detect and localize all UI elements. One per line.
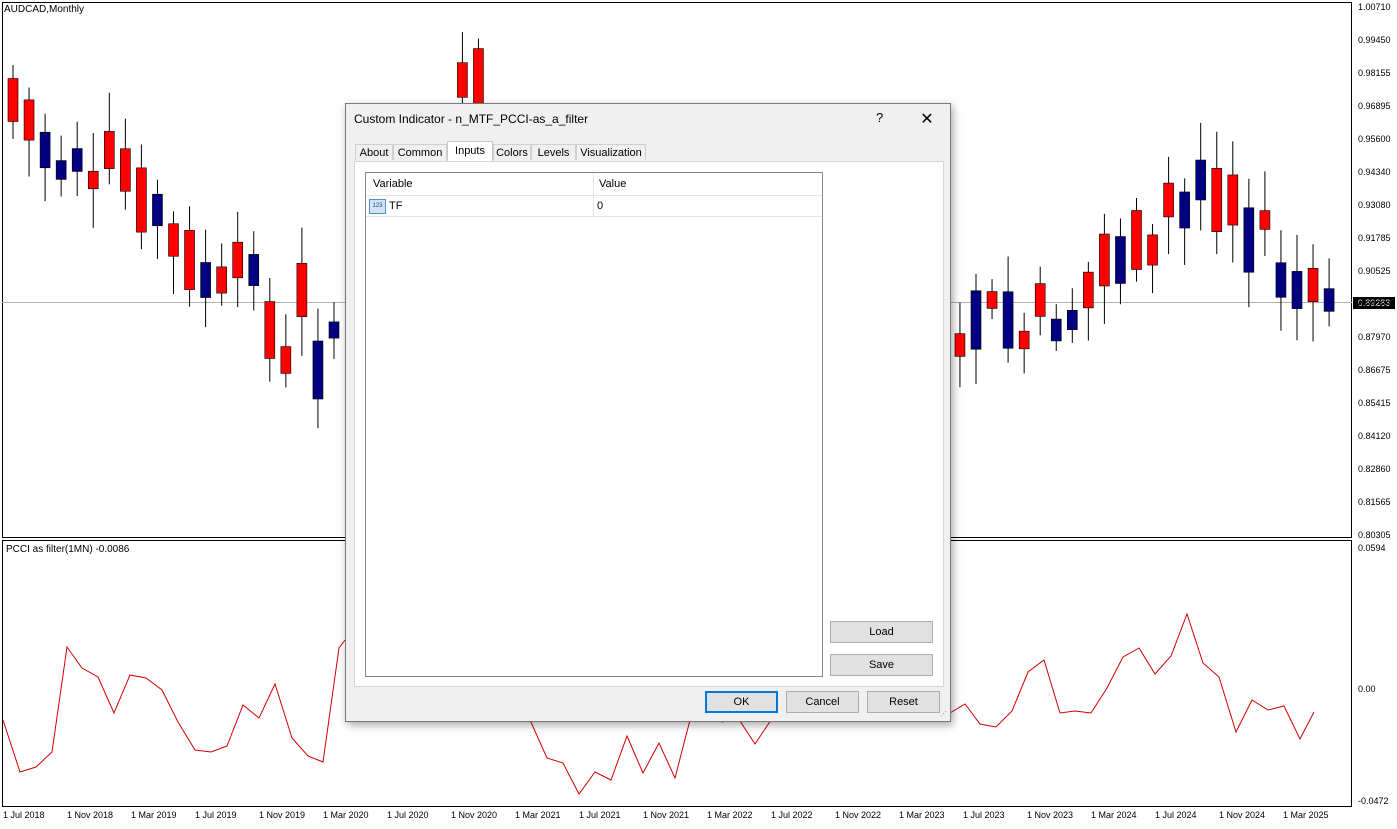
price-axis-label: 0.82860 — [1358, 464, 1391, 474]
price-axis-label: 0.86675 — [1358, 365, 1391, 375]
ok-button[interactable]: OK — [705, 691, 778, 713]
row-value[interactable]: 0 — [597, 200, 603, 212]
tab-levels[interactable]: Levels — [531, 144, 576, 160]
date-axis-label: 1 Jul 2023 — [963, 810, 1005, 820]
date-axis-label: 1 Nov 2022 — [835, 810, 882, 820]
date-axis-label: 1 Mar 2025 — [1283, 810, 1329, 820]
indicator-label: PCCI as filter(1MN) -0.0086 — [6, 544, 130, 555]
date-axis-label: 1 Mar 2023 — [899, 810, 945, 820]
custom-indicator-dialog: Custom Indicator - n_MTF_PCCI-as_a_filte… — [345, 103, 951, 722]
tab-common[interactable]: Common — [393, 144, 447, 160]
tab-visualization[interactable]: Visualization — [576, 144, 646, 160]
symbol-label: AUDCAD,Monthly — [4, 4, 85, 15]
date-axis-label: 1 Nov 2023 — [1027, 810, 1074, 820]
date-axis-label: 1 Mar 2019 — [131, 810, 177, 820]
price-axis-label: 0.90525 — [1358, 266, 1391, 276]
date-axis-label: 1 Jul 2021 — [579, 810, 621, 820]
date-axis-label: 1 Nov 2020 — [451, 810, 498, 820]
date-axis-label: 1 Jul 2022 — [771, 810, 813, 820]
date-axis-label: 1 Nov 2018 — [67, 810, 114, 820]
price-axis-label: 0.99450 — [1358, 35, 1391, 45]
inputs-panel: Variable Value 123 TF 0 Load Save — [354, 161, 944, 687]
price-axis-label: 0.91785 — [1358, 233, 1391, 243]
tab-colors[interactable]: Colors — [493, 144, 531, 160]
date-axis-label: 1 Nov 2024 — [1219, 810, 1266, 820]
indicator-axis-label: 0.00 — [1358, 684, 1376, 694]
price-axis-label: 0.85415 — [1358, 398, 1391, 408]
load-button[interactable]: Load — [830, 621, 933, 643]
date-axis-label: 1 Mar 2020 — [323, 810, 369, 820]
date-axis-label: 1 Nov 2021 — [643, 810, 690, 820]
column-variable[interactable]: Variable — [373, 178, 413, 190]
price-axis-label: 0.93080 — [1358, 200, 1391, 210]
price-axis-label: 0.98155 — [1358, 68, 1391, 78]
date-axis-label: 1 Jul 2018 — [3, 810, 45, 820]
grid-header: Variable Value — [366, 173, 822, 196]
close-icon[interactable]: ✕ — [912, 108, 942, 132]
date-axis-label: 1 Mar 2022 — [707, 810, 753, 820]
price-axis-label: 0.80305 — [1358, 530, 1391, 540]
save-button[interactable]: Save — [830, 654, 933, 676]
row-variable: TF — [389, 200, 403, 212]
resize-grip-icon[interactable]: ⋰ — [940, 711, 948, 719]
date-axis-label: 1 Jul 2020 — [387, 810, 429, 820]
price-axis-label: 0.89283 — [1358, 299, 1391, 309]
integer-type-icon: 123 — [369, 199, 386, 214]
reset-button[interactable]: Reset — [867, 691, 940, 713]
indicator-axis-label: -0.0472 — [1358, 796, 1389, 806]
price-axis-label: 0.95600 — [1358, 134, 1391, 144]
help-button[interactable]: ? — [876, 110, 883, 125]
price-axis-label: 0.81565 — [1358, 497, 1391, 507]
table-row[interactable]: 123 TF 0 — [366, 196, 822, 217]
indicator-axis-label: 0.0594 — [1358, 543, 1386, 553]
date-axis-label: 1 Nov 2019 — [259, 810, 306, 820]
column-value[interactable]: Value — [599, 178, 626, 190]
price-axis-label: 0.84120 — [1358, 431, 1391, 441]
dialog-title: Custom Indicator - n_MTF_PCCI-as_a_filte… — [354, 112, 589, 126]
inputs-grid: Variable Value 123 TF 0 — [365, 172, 823, 677]
price-axis-label: 0.87970 — [1358, 332, 1391, 342]
date-axis-label: 1 Jul 2024 — [1155, 810, 1197, 820]
price-axis-label: 0.96895 — [1358, 101, 1391, 111]
date-axis-label: 1 Mar 2024 — [1091, 810, 1137, 820]
price-axis-label: 1.00710 — [1358, 2, 1391, 12]
cancel-button[interactable]: Cancel — [786, 691, 859, 713]
tab-about[interactable]: About — [355, 144, 393, 160]
date-axis-label: 1 Mar 2021 — [515, 810, 561, 820]
price-axis-label: 0.94340 — [1358, 167, 1391, 177]
tab-inputs[interactable]: Inputs — [447, 141, 493, 161]
date-axis-label: 1 Jul 2019 — [195, 810, 237, 820]
